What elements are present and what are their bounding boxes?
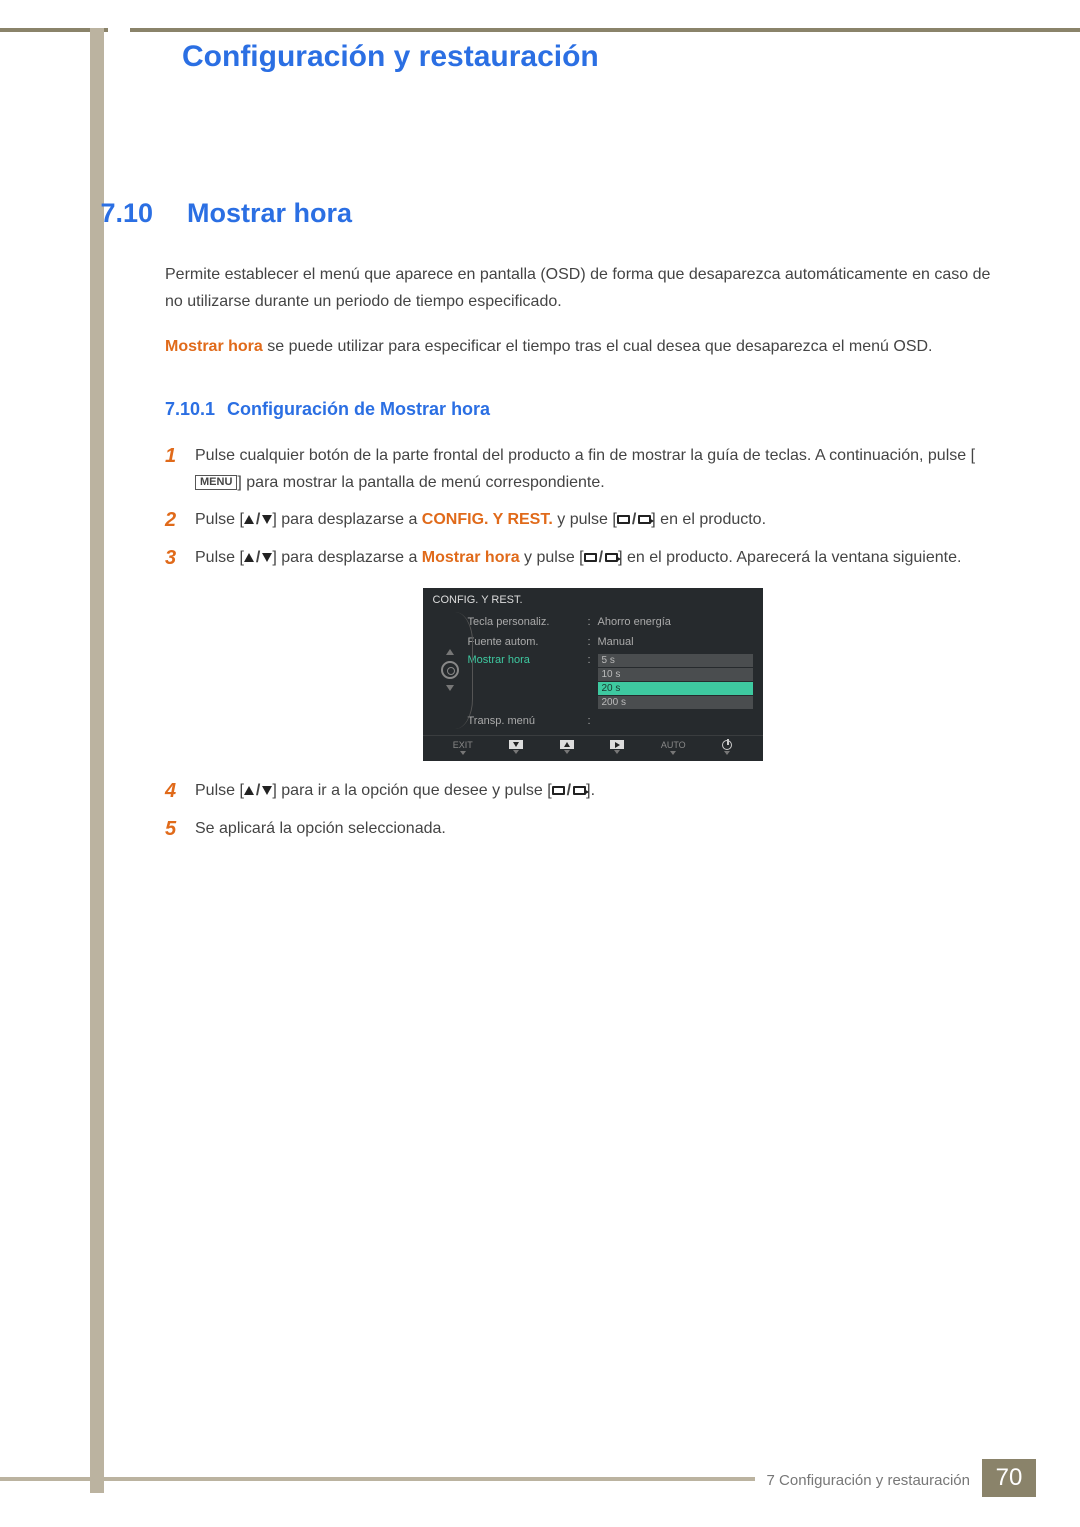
step-3: 3 Pulse [/] para desplazarse a Mostrar h… <box>165 544 1010 572</box>
subsection-title: Configuración de Mostrar hora <box>227 399 490 419</box>
intro-highlight: Mostrar hora <box>165 338 263 355</box>
step-number-4: 4 <box>165 777 195 805</box>
subsection-number: 7.10.1 <box>165 399 215 419</box>
up-down-icon: / <box>244 512 272 528</box>
step-3-highlight: Mostrar hora <box>422 549 520 566</box>
step-1: 1 Pulse cualquier botón de la parte fron… <box>165 442 1010 496</box>
step-4-text: Pulse [/] para ir a la opción que desee … <box>195 777 595 804</box>
osd-nav: EXIT AUTO <box>423 735 763 761</box>
enter-icon: / <box>584 550 618 566</box>
step-5-text: Se aplicará la opción seleccionada. <box>195 815 446 842</box>
step-number-3: 3 <box>165 544 195 572</box>
osd-row: Transp. menú : <box>468 713 753 729</box>
subsection-header: 7.10.1 Configuración de Mostrar hora <box>165 399 1020 420</box>
step-number-5: 5 <box>165 815 195 843</box>
osd-option: 5 s <box>598 654 753 667</box>
section-title: Mostrar hora <box>187 198 352 229</box>
section-number: 7.10 <box>78 198 153 229</box>
intro-paragraph-2: Mostrar hora se puede utilizar para espe… <box>165 333 1010 360</box>
osd-panel: CONFIG. Y REST. Tecla personaliz. : Ahor… <box>423 588 763 761</box>
osd-row: Fuente autom. : Manual <box>468 634 753 650</box>
osd-left-column <box>433 612 468 729</box>
footer-page-number: 70 <box>982 1459 1036 1497</box>
enter-icon: / <box>617 512 651 528</box>
osd-menu: Tecla personaliz. : Ahorro energía Fuent… <box>468 612 753 729</box>
header-bar <box>0 28 1080 32</box>
footer: 7 Configuración y restauración 70 <box>0 1459 1080 1497</box>
osd-row-label: Transp. menú <box>468 715 588 727</box>
up-down-icon: / <box>244 783 272 799</box>
osd-nav-auto: AUTO <box>661 740 686 755</box>
page-title: Configuración y restauración <box>182 40 599 74</box>
osd-nav-up-icon <box>560 740 574 754</box>
up-down-icon: / <box>244 550 272 566</box>
osd-scroll-down-icon <box>446 685 454 691</box>
osd-arc <box>455 612 473 729</box>
step-1-text: Pulse cualquier botón de la parte fronta… <box>195 442 1010 496</box>
step-number-2: 2 <box>165 506 195 534</box>
osd-row-value: Ahorro energía <box>598 616 753 628</box>
enter-icon: / <box>552 783 586 799</box>
osd-nav-exit: EXIT <box>453 740 473 755</box>
osd-row-value: Manual <box>598 636 753 648</box>
osd-scroll-up-icon <box>446 649 454 655</box>
osd-row-active: Mostrar hora : 5 s 10 s 20 s 200 s <box>468 654 753 709</box>
osd-nav-down-icon <box>509 740 523 754</box>
osd-row: Tecla personaliz. : Ahorro energía <box>468 614 753 630</box>
osd-row-label-active: Mostrar hora <box>468 654 588 666</box>
osd-option: 10 s <box>598 668 753 681</box>
step-3-text: Pulse [/] para desplazarse a Mostrar hor… <box>195 544 961 571</box>
osd-option-selected: 20 s <box>598 682 753 695</box>
step-4: 4 Pulse [/] para ir a la opción que dese… <box>165 777 1010 805</box>
intro-paragraph-1: Permite establecer el menú que aparece e… <box>165 261 1010 315</box>
step-2-text: Pulse [/] para desplazarse a CONFIG. Y R… <box>195 506 766 533</box>
osd-row-label: Fuente autom. <box>468 636 588 648</box>
osd-nav-right-icon <box>610 740 624 754</box>
menu-button-label: MENU <box>195 475 237 490</box>
step-2-highlight: CONFIG. Y REST. <box>422 511 553 528</box>
step-5: 5 Se aplicará la opción seleccionada. <box>165 815 1010 843</box>
footer-chapter: 7 Configuración y restauración <box>755 1472 982 1489</box>
intro-paragraph-2-text: se puede utilizar para especificar el ti… <box>263 338 933 355</box>
step-number-1: 1 <box>165 442 195 470</box>
osd-row-label: Tecla personaliz. <box>468 616 588 628</box>
osd-option: 200 s <box>598 696 753 709</box>
osd-nav-power-icon <box>722 740 732 755</box>
osd-title: CONFIG. Y REST. <box>423 588 763 612</box>
footer-bar <box>0 1477 755 1481</box>
osd-options: 5 s 10 s 20 s 200 s <box>598 654 753 709</box>
step-2: 2 Pulse [/] para desplazarse a CONFIG. Y… <box>165 506 1010 534</box>
